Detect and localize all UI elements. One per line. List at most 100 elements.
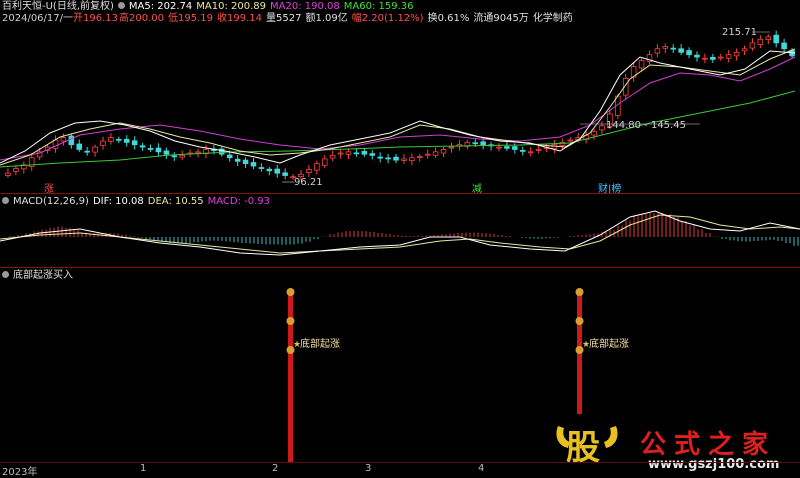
dif-line [0, 210, 800, 256]
candle-body [591, 131, 597, 136]
candle-body [92, 146, 98, 153]
candlestick-series [5, 30, 795, 181]
quote-change: 幅2.20(1.12%) [351, 13, 424, 24]
ma60-label: MA60: 159.36 [343, 1, 414, 12]
candle-body [527, 151, 534, 154]
candle-body [139, 145, 146, 148]
candle-body [5, 172, 11, 176]
quote-high: 高200.00 [119, 13, 165, 24]
candle-body [116, 138, 122, 141]
candle-body [171, 155, 178, 158]
ma5-line [0, 50, 796, 164]
ma20-label: MA20: 190.08 [270, 1, 340, 12]
xaxis-label-4: 4 [478, 463, 485, 474]
candle-body [68, 135, 75, 146]
xaxis-label-1: 1 [140, 463, 147, 474]
quote-sector: 化学制药 [532, 13, 573, 24]
macd-title: MACD(12,26,9) [13, 196, 89, 207]
macd-chart[interactable] [0, 207, 800, 267]
candle-body [472, 142, 479, 145]
candle-body [242, 159, 249, 165]
macd-histogram [9, 213, 799, 246]
quote-float: 流通9045万 [473, 13, 529, 24]
stock-title[interactable]: 百利天恒-U(日线,前复权) [2, 1, 114, 12]
candle-body [377, 156, 383, 159]
ma5-label: MA5: 202.74 [128, 1, 193, 12]
candle-body [432, 151, 439, 156]
candle-body [314, 163, 320, 171]
macd-dif: DIF: 10.08 [92, 196, 144, 207]
xaxis-line [0, 462, 800, 463]
candle-body [155, 147, 162, 153]
candle-body [345, 151, 352, 155]
candle-body [765, 36, 772, 40]
candle-body [733, 51, 740, 57]
candle-body [781, 42, 787, 50]
low-label: 96.21 [294, 177, 323, 188]
candle-body [417, 156, 423, 158]
candle-body [638, 60, 645, 69]
candle-body [123, 138, 130, 143]
candle-body [504, 146, 510, 149]
ma20-line [0, 56, 796, 161]
macd-divider [0, 193, 800, 194]
candle-body [599, 125, 605, 131]
candle-body [512, 146, 518, 150]
candle-body [76, 143, 83, 150]
candle-body [321, 158, 328, 166]
candle-body [567, 139, 574, 142]
candle-body [147, 147, 154, 150]
candle-body [163, 150, 170, 155]
candle-body [234, 158, 241, 162]
candle-body [131, 140, 138, 146]
candle-body [226, 154, 233, 159]
signal-divider [0, 267, 800, 268]
candle-body [409, 157, 415, 162]
candle-body [686, 50, 692, 56]
candle-body [306, 169, 312, 173]
candle-body [250, 162, 257, 167]
quote-open: 开196.13 [73, 13, 119, 24]
candle-body [274, 168, 281, 174]
candle-body [266, 168, 273, 172]
macd-value: MACD: -0.93 [207, 196, 271, 207]
support-label: 144.80 - 145.45 [606, 120, 686, 131]
signal-label-2: 底部起涨 [589, 337, 629, 350]
price-chart[interactable]: 144.80 - 145.45 215.71 96.21 [0, 25, 800, 192]
watermark-name: 公式之家 [640, 430, 777, 460]
candle-body [108, 137, 114, 142]
quote-turnover: 换0.61% [427, 13, 470, 24]
bag-icon [286, 317, 295, 325]
buy-signal-1[interactable]: ★ 底部起涨 [286, 288, 341, 462]
candle-body [678, 48, 684, 53]
candle-body [393, 156, 399, 161]
candle-body [702, 57, 708, 60]
quote-info: 2024/06/17/一开196.13高200.00 低195.19 收199.14… [2, 13, 577, 25]
candle-body [749, 42, 756, 49]
quote-amount: 额1.09亿 [305, 13, 348, 24]
candle-body [353, 152, 360, 155]
xaxis-label-3: 3 [365, 463, 372, 474]
watermark-url: www.gszj100.com [648, 457, 780, 472]
candle-body [662, 45, 669, 49]
candle-body [694, 54, 700, 58]
xaxis-label-2: 2 [272, 463, 279, 474]
quote-volume: 量5527 [266, 13, 302, 24]
chart-header: 百利天恒-U(日线,前复权) MA5: 202.74 MA10: 200.89 MA2… [2, 1, 418, 13]
macd-dea: DEA: 10.55 [147, 196, 204, 207]
settings-circle-icon[interactable] [2, 271, 9, 278]
ma10-label: MA10: 200.89 [196, 1, 267, 12]
candle-body [710, 56, 716, 60]
candle-body [100, 140, 106, 146]
high-label: 215.71 [722, 27, 757, 38]
candle-body [337, 152, 344, 155]
candle-body [401, 158, 407, 161]
candle-body [741, 48, 748, 52]
settings-circle-icon[interactable] [117, 2, 125, 9]
candle-body [773, 34, 779, 44]
candle-body [717, 56, 724, 59]
settings-circle-icon[interactable] [2, 197, 9, 204]
candle-body [84, 150, 90, 153]
candle-body [282, 172, 288, 176]
buy-signal-2[interactable]: ★ 底部起涨 [575, 288, 630, 414]
